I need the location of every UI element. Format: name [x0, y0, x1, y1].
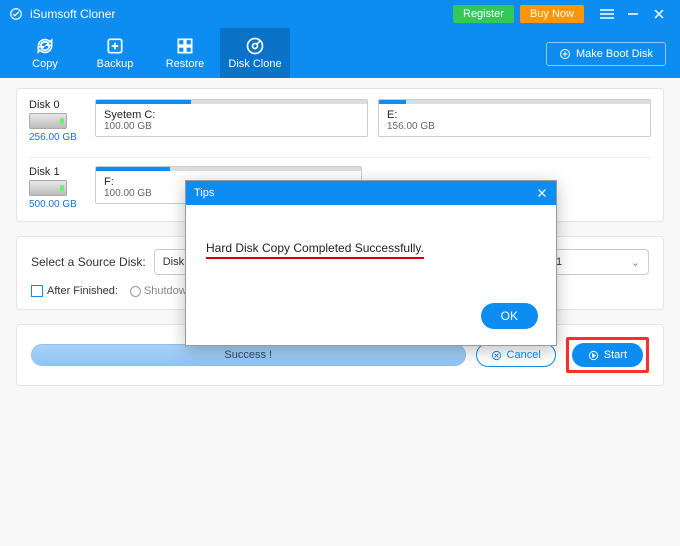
- dialog-title: Tips: [194, 187, 214, 199]
- disk-meta: Disk 0 256.00 GB: [29, 99, 95, 143]
- cancel-button[interactable]: Cancel: [476, 343, 556, 367]
- disk-meta: Disk 1 500.00 GB: [29, 166, 95, 210]
- register-button[interactable]: Register: [453, 5, 514, 23]
- after-finished-label: After Finished:: [47, 285, 118, 297]
- dialog-close-icon[interactable]: [536, 187, 548, 199]
- disk-size: 500.00 GB: [29, 199, 95, 210]
- tab-label: Backup: [97, 58, 134, 70]
- tab-label: Copy: [32, 58, 58, 70]
- backup-icon: [105, 36, 125, 56]
- dialog-header[interactable]: Tips: [186, 181, 556, 205]
- start-button[interactable]: Start: [572, 343, 643, 367]
- progress-text: Success !: [224, 349, 272, 361]
- app-logo-icon: [8, 6, 24, 22]
- after-finished-checkbox[interactable]: After Finished:: [31, 285, 118, 297]
- menu-icon[interactable]: [594, 4, 620, 24]
- disk-name: Disk 1: [29, 166, 95, 178]
- start-label: Start: [604, 349, 627, 361]
- play-circle-icon: [588, 350, 599, 361]
- cancel-label: Cancel: [507, 349, 541, 361]
- disk-row[interactable]: Disk 0 256.00 GB Syetem C: 100.00 GB E: …: [29, 99, 651, 153]
- radio-shutdown[interactable]: Shutdown: [130, 285, 193, 297]
- start-highlight: Start: [566, 337, 649, 373]
- disk-name: Disk 0: [29, 99, 95, 111]
- tab-disk-clone[interactable]: Disk Clone: [220, 28, 290, 78]
- partition[interactable]: Syetem C: 100.00 GB: [95, 99, 368, 137]
- app-title: iSumsoft Cloner: [30, 7, 115, 21]
- ok-button[interactable]: OK: [481, 303, 538, 329]
- x-circle-icon: [491, 350, 502, 361]
- partition-size: 156.00 GB: [387, 121, 642, 132]
- plus-circle-icon: [559, 48, 571, 60]
- disk-clone-icon: [245, 36, 265, 56]
- tab-label: Disk Clone: [228, 58, 281, 70]
- partition-size: 100.00 GB: [104, 121, 359, 132]
- copy-icon: [35, 36, 55, 56]
- restore-icon: [175, 36, 195, 56]
- minimize-icon[interactable]: [620, 4, 646, 24]
- tab-copy[interactable]: Copy: [10, 28, 80, 78]
- boot-label: Make Boot Disk: [576, 48, 653, 60]
- hdd-icon: [29, 113, 67, 129]
- partition-label: Syetem C:: [104, 109, 359, 121]
- dialog-message: Hard Disk Copy Completed Successfully.: [206, 241, 424, 259]
- make-boot-disk-button[interactable]: Make Boot Disk: [546, 42, 666, 66]
- progress-bar: Success !: [31, 344, 466, 366]
- partition-label: E:: [387, 109, 642, 121]
- close-icon[interactable]: [646, 4, 672, 24]
- tab-label: Restore: [166, 58, 205, 70]
- main-toolbar: Copy Backup Restore Disk Clone Make Boot…: [0, 28, 680, 78]
- titlebar: iSumsoft Cloner Register Buy Now: [0, 0, 680, 28]
- buy-now-button[interactable]: Buy Now: [520, 5, 584, 23]
- tips-dialog: Tips Hard Disk Copy Completed Successful…: [185, 180, 557, 346]
- tab-restore[interactable]: Restore: [150, 28, 220, 78]
- tab-backup[interactable]: Backup: [80, 28, 150, 78]
- source-disk-label: Select a Source Disk:: [31, 255, 146, 269]
- hdd-icon: [29, 180, 67, 196]
- disk-size: 256.00 GB: [29, 132, 95, 143]
- partition[interactable]: E: 156.00 GB: [378, 99, 651, 137]
- chevron-down-icon: ⌄: [631, 256, 640, 269]
